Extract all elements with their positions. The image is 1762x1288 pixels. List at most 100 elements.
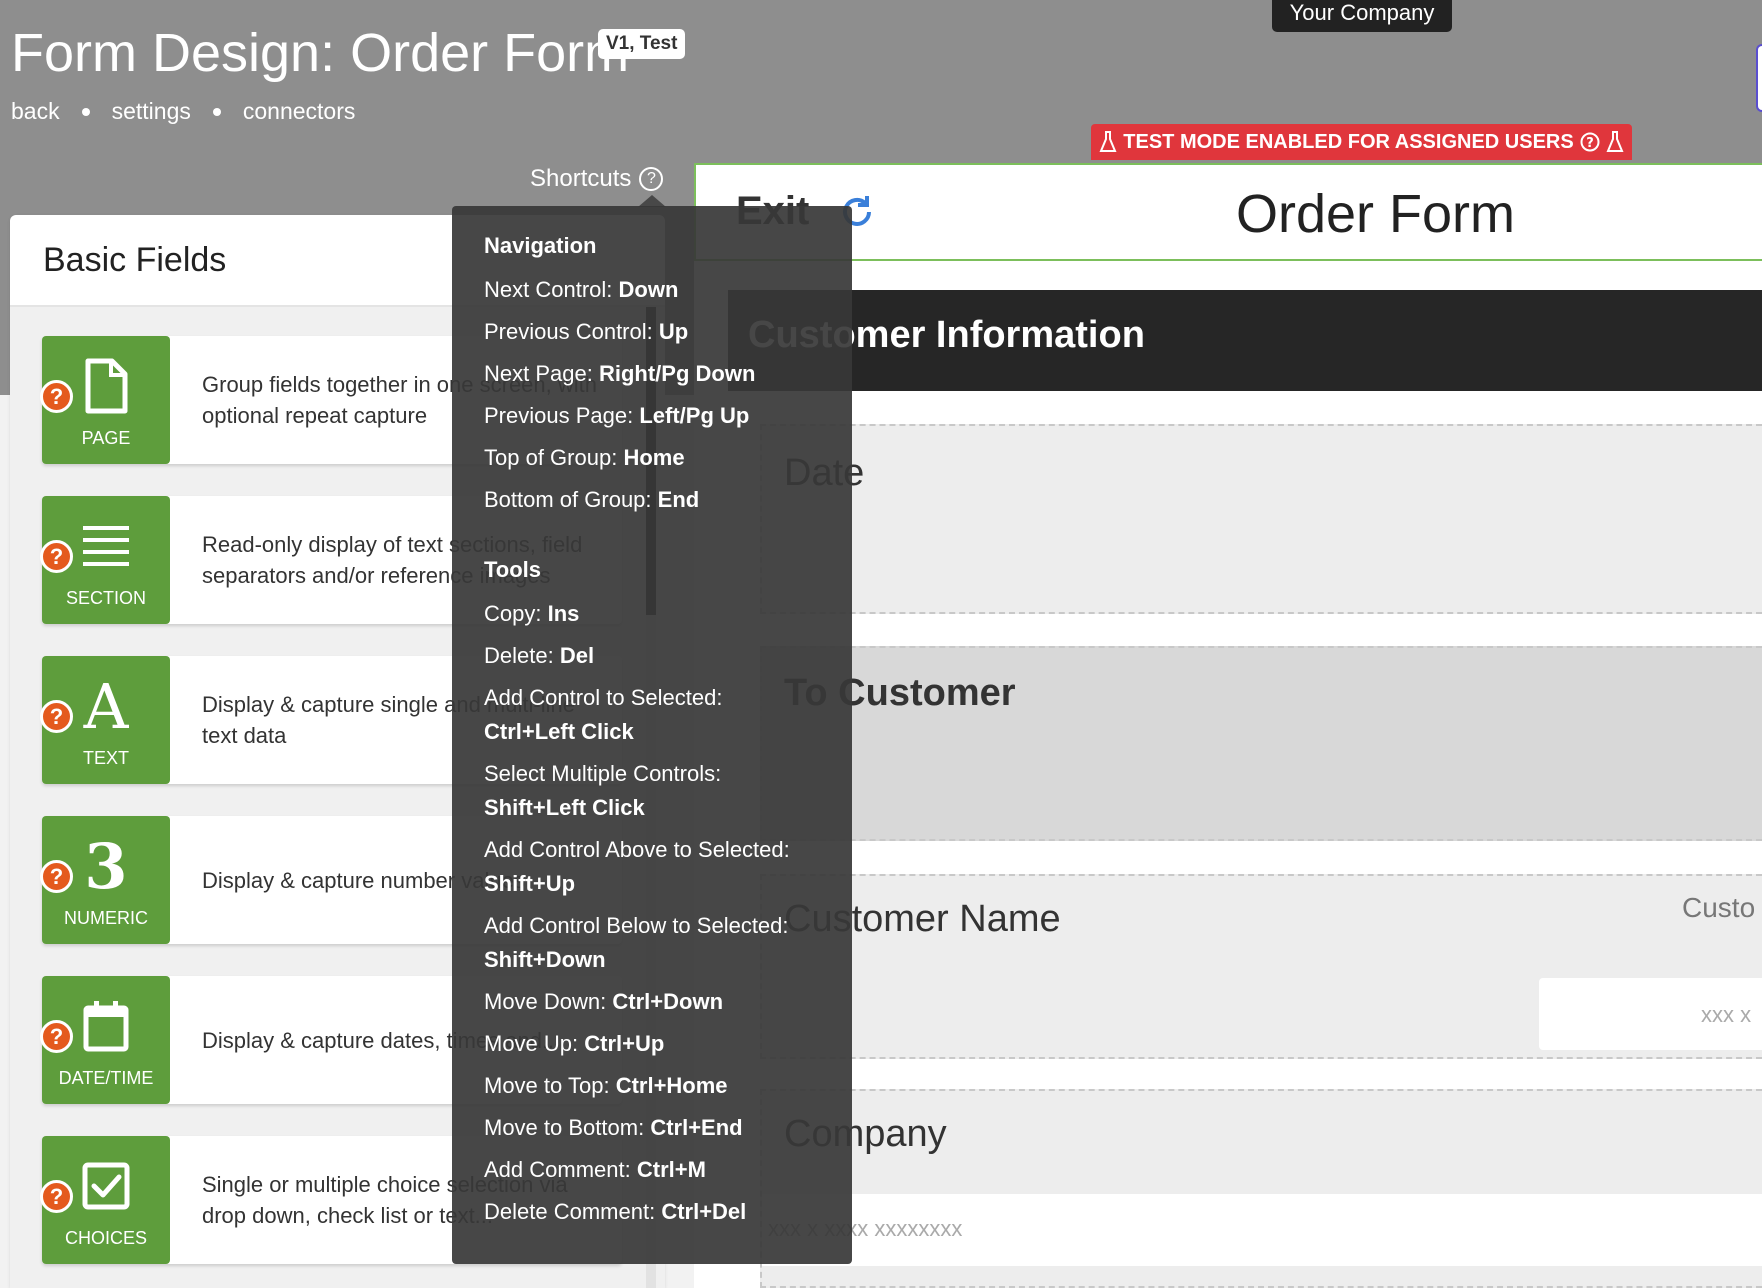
page-icon [74, 354, 138, 418]
shortcut-keys: Ctrl+End [650, 1115, 743, 1140]
shortcut-keys: Ctrl+Down [612, 989, 724, 1014]
section-header[interactable]: Customer Information [728, 290, 1762, 391]
shortcut-item: Delete Comment: Ctrl+Del [484, 1195, 852, 1237]
side-panel-tab[interactable] [1756, 44, 1762, 112]
form-title: Order Form [1236, 184, 1516, 244]
section-lines-icon [74, 514, 138, 578]
svg-text:?: ? [1586, 136, 1594, 151]
help-circle-icon: ? [639, 167, 664, 191]
nav-link-settings[interactable]: settings [112, 98, 191, 125]
calendar-icon [74, 994, 138, 1058]
panel-title: Basic Fields [43, 241, 227, 279]
control-hint: Custo [1682, 892, 1756, 923]
shortcut-keys: Ctrl+Del [661, 1199, 747, 1224]
customer-name-field[interactable]: xxx x [1539, 978, 1762, 1050]
company-control[interactable]: Company xxx x xxxx xxxxxxxx [760, 1089, 1762, 1288]
shortcut-action: Add Comment: [484, 1157, 631, 1182]
checkbox-icon [74, 1154, 138, 1218]
form-header: Exit Order Form [694, 163, 1762, 261]
help-badge[interactable]: ? [40, 380, 73, 413]
shortcut-keys: Home [623, 445, 685, 470]
shortcut-action: Next Page: [484, 361, 593, 386]
shortcut-keys: Right/Pg Down [598, 361, 756, 386]
help-badge[interactable]: ? [40, 540, 73, 573]
field-tile-label: TEXT [82, 748, 129, 768]
shortcut-keys: Del [559, 643, 595, 668]
version-badge: V1, Test [598, 29, 686, 59]
help-badge[interactable]: ? [40, 700, 73, 733]
test-banner-text: TEST MODE ENABLED FOR ASSIGNED USERS [1123, 130, 1574, 153]
date-control[interactable]: Date [760, 424, 1762, 614]
nav-link-connectors[interactable]: connectors [243, 98, 356, 125]
header-nav: back settings connectors [11, 98, 355, 125]
shortcut-item: Previous Page: Left/Pg Up [484, 399, 852, 441]
shortcut-item: Move Up: Ctrl+Up [484, 1027, 852, 1069]
shortcut-item: Top of Group: Home [484, 441, 852, 483]
company-name[interactable]: Your Company [1272, 0, 1452, 32]
shortcut-item: Bottom of Group: End [484, 483, 852, 525]
flask-icon [1606, 131, 1624, 152]
text-a-icon: A [83, 669, 129, 743]
shortcut-item: Add Control to Selected: Ctrl+Left Click [484, 681, 852, 757]
field-tile-label: CHOICES [64, 1228, 147, 1248]
shortcut-action: Move Up: [484, 1031, 579, 1056]
shortcuts-toggle[interactable]: Shortcuts ? [530, 165, 664, 193]
shortcut-action: Copy: [484, 601, 542, 626]
shortcut-keys: Ctrl+M [636, 1157, 706, 1182]
shortcut-action: Previous Page: [484, 403, 634, 428]
shortcut-item: Copy: Ins [484, 597, 852, 639]
shortcut-action: Previous Control: [484, 319, 653, 344]
help-badge[interactable]: ? [40, 1180, 73, 1213]
customer-name-control[interactable]: Customer Name Custo xxx x [760, 874, 1762, 1059]
field-tile-label: SECTION [65, 588, 146, 608]
shortcut-keys: Down [618, 277, 679, 302]
shortcut-action: Move to Bottom: [484, 1115, 645, 1140]
popover-heading: Navigation [484, 233, 597, 258]
shortcut-keys: Ins [547, 601, 580, 626]
to-customer-control[interactable]: To Customer [760, 646, 1762, 841]
company-field[interactable]: xxx x xxxx xxxxxxxx [762, 1194, 1762, 1266]
shortcut-keys: Ctrl+Left Click [484, 719, 634, 744]
shortcut-action: Add Control to Selected: [484, 685, 723, 710]
field-tile-label: NUMERIC [64, 908, 148, 928]
help-circle-icon[interactable]: ? [1580, 132, 1600, 152]
shortcut-action: Add Control Above to Selected: [484, 837, 790, 862]
help-badge[interactable]: ? [40, 860, 73, 893]
shortcut-action: Delete Comment: [484, 1199, 656, 1224]
nav-link-back[interactable]: back [11, 98, 60, 125]
shortcut-keys: Left/Pg Up [639, 403, 750, 428]
shortcut-action: Select Multiple Controls: [484, 761, 722, 786]
shortcuts-label: Shortcuts [530, 165, 632, 192]
shortcut-keys: Ctrl+Home [615, 1073, 728, 1098]
popover-heading: Tools [484, 557, 542, 582]
shortcut-item: Next Control: Down [484, 273, 852, 315]
shortcut-keys: Ctrl+Up [584, 1031, 665, 1056]
shortcut-keys: Shift+Down [484, 947, 606, 972]
shortcut-action: Bottom of Group: [484, 487, 652, 512]
shortcut-item: Delete: Del [484, 639, 852, 681]
shortcut-keys: End [657, 487, 700, 512]
shortcut-action: Next Control: [484, 277, 613, 302]
shortcut-item: Move to Top: Ctrl+Home [484, 1069, 852, 1111]
shortcut-item: Add Control Above to Selected: Shift+Up [484, 833, 852, 909]
shortcut-action: Delete: [484, 643, 554, 668]
shortcut-item: Move to Bottom: Ctrl+End [484, 1111, 852, 1153]
shortcut-item: Add Comment: Ctrl+M [484, 1153, 852, 1195]
shortcut-item: Previous Control: Up [484, 315, 852, 357]
shortcut-item: Move Down: Ctrl+Down [484, 985, 852, 1027]
numeric-3-icon: 3 [84, 829, 128, 903]
shortcut-action: Move Down: [484, 989, 607, 1014]
shortcut-item: Next Page: Right/Pg Down [484, 357, 852, 399]
field-tile-label: DATE/TIME [58, 1068, 154, 1088]
shortcut-keys: Up [658, 319, 689, 344]
shortcuts-popover: Navigation Next Control: Down Previous C… [452, 206, 852, 1264]
shortcut-action: Move to Top: [484, 1073, 610, 1098]
shortcut-action: Add Control Below to Selected: [484, 913, 789, 938]
help-badge[interactable]: ? [40, 1020, 73, 1053]
test-mode-banner: TEST MODE ENABLED FOR ASSIGNED USERS ? [1091, 124, 1632, 160]
nav-separator [212, 107, 221, 116]
shortcut-item: Select Multiple Controls: Shift+Left Clic… [484, 757, 852, 833]
flask-icon [1099, 131, 1117, 152]
shortcut-action: Top of Group: [484, 445, 618, 470]
nav-separator [81, 107, 90, 116]
